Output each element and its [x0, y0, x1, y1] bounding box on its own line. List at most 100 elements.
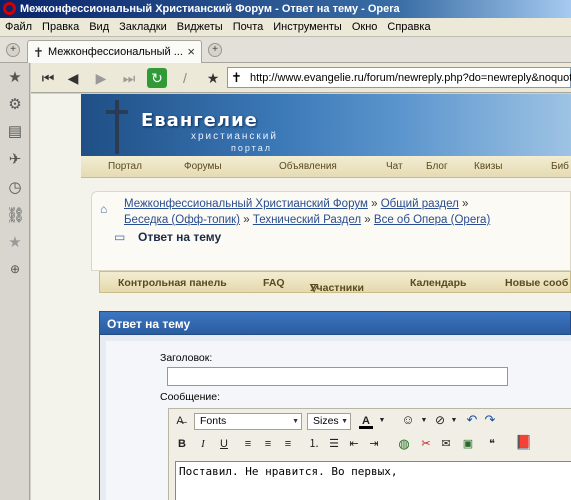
back-arrow-icon[interactable]: ◀ [63, 68, 83, 88]
nav-control-panel[interactable]: Контрольная панель [118, 277, 227, 289]
widgets-gear-icon[interactable]: ⚙ [6, 96, 24, 114]
reply-header-title: Ответ на тему [107, 317, 191, 331]
message-editor: A̶ Fonts▼ Sizes▼ A ▼ ☺ ▼ ⊘ ▼ ↶ ↷ B I U [168, 408, 571, 500]
forum-nav: Контрольная панель FAQ Участники ▽ Кален… [99, 271, 571, 294]
navigation-bar: ⏮ ◀ ▶ ⏭ ↻ / ★ ✝ http://www.evangelie.ru/… [31, 63, 571, 93]
underline-icon[interactable]: U [217, 437, 231, 451]
align-center-icon[interactable]: ≡ [261, 437, 275, 451]
tab-label: Межконфессиональный ... [48, 46, 183, 58]
message-textarea[interactable]: Поставил. Не нравится. Во первых, [175, 461, 571, 500]
menu-tools[interactable]: Инструменты [268, 18, 347, 37]
rewind-icon[interactable]: ⏮ [38, 68, 58, 88]
chevron-down-icon: ▼ [292, 418, 299, 425]
links-chain-icon[interactable]: ⛓ [6, 207, 25, 225]
outdent-icon[interactable]: ⇤ [347, 437, 361, 451]
reply-form-panel: Заголовок: Сообщение: A̶ Fonts ▼ Sizes ▼ A… [106, 341, 571, 500]
chevron-down-icon: ▽ [310, 282, 319, 294]
feeds-satellite-icon[interactable]: ✈ [6, 151, 24, 169]
bullet-list-icon[interactable]: ☰ [327, 437, 341, 451]
bookmarks-star-icon[interactable]: ★ [6, 69, 24, 87]
address-url: http://www.evangelie.ru/forum/newreply.p… [250, 72, 571, 84]
site-name: Евангелие [141, 110, 258, 131]
opera-logo-icon [3, 2, 16, 15]
fast-forward-icon[interactable]: ⏭ [119, 68, 139, 88]
breadcrumb-opera[interactable]: Все об Опера (Opera) [374, 214, 490, 226]
site-nav-quizzes[interactable]: Квизы [474, 161, 503, 172]
breadcrumb-offtopic[interactable]: Беседка (Офф-топик) [124, 214, 240, 226]
site-nav-library[interactable]: Биб [551, 161, 569, 172]
menu-widgets[interactable]: Виджеты [172, 18, 228, 37]
remove-format-icon[interactable]: A̶ [173, 414, 187, 428]
history-clock-icon[interactable]: ◷ [6, 179, 24, 197]
site-nav-portal[interactable]: Портал [108, 161, 142, 172]
breadcrumb-tech[interactable]: Технический Раздел [253, 214, 361, 226]
chevron-down-icon[interactable]: ▼ [375, 414, 389, 428]
breadcrumb-root[interactable]: Межконфессиональный Христианский Форум [124, 198, 368, 210]
bookmark-star-icon[interactable]: ★ [203, 68, 223, 88]
align-right-icon[interactable]: ≡ [281, 437, 295, 451]
breadcrumb-general[interactable]: Общий раздел [381, 198, 459, 210]
cross-logo-icon [115, 100, 119, 154]
edit-pen-icon[interactable]: / [175, 68, 195, 88]
close-tab-icon[interactable]: × [187, 44, 195, 59]
menu-view[interactable]: Вид [84, 18, 114, 37]
attachment-icon[interactable]: ⊘ [433, 413, 447, 427]
font-select[interactable]: Fonts ▼ [194, 413, 302, 430]
text-color-icon[interactable]: A [359, 414, 373, 429]
side-panel: ★ ⚙ ▤ ✈ ◷ ⛓ ★ ⊕ [0, 63, 30, 500]
italic-icon[interactable]: I [196, 437, 210, 451]
menu-mail[interactable]: Почта [228, 18, 269, 37]
forward-arrow-icon[interactable]: ▶ [91, 68, 111, 88]
align-left-icon[interactable]: ≡ [241, 437, 255, 451]
code-book-icon[interactable]: 📕 [515, 435, 532, 449]
size-select[interactable]: Sizes ▼ [307, 413, 351, 430]
nav-new-posts[interactable]: Новые сооб [505, 277, 568, 289]
site-subtitle-2: портал [231, 143, 272, 153]
site-banner: Евангелие христианский портал [81, 94, 571, 156]
site-nav-blog[interactable]: Блог [426, 161, 448, 172]
tab-menu-icon[interactable]: + [6, 43, 20, 57]
chevron-down-icon[interactable]: ▼ [447, 414, 461, 428]
folder-icon: ▭ [114, 230, 126, 244]
reply-header: Ответ на тему [99, 311, 571, 335]
breadcrumb: ⌂ Межконфессиональный Христианский Форум… [91, 191, 571, 271]
new-tab-icon[interactable]: + [208, 43, 222, 57]
smiley-icon[interactable]: ☺ [401, 413, 415, 427]
nav-faq[interactable]: FAQ [263, 277, 285, 289]
site-favicon-icon: ✝ [231, 70, 242, 85]
menu-bar: Файл Правка Вид Закладки Виджеты Почта Инструм… [0, 18, 571, 37]
mail-panel-icon[interactable]: ▤ [6, 123, 24, 141]
numbered-list-icon[interactable]: ⒈ [307, 437, 321, 451]
menu-edit[interactable]: Правка [37, 18, 84, 37]
forum-home-icon: ⌂ [100, 202, 108, 216]
chevron-down-icon[interactable]: ▼ [417, 414, 431, 428]
panel-star-icon[interactable]: ★ [6, 234, 24, 252]
reload-icon[interactable]: ↻ [147, 68, 167, 88]
tab-forum[interactable]: ✝ Межконфессиональный ... × [27, 40, 202, 63]
indent-icon[interactable]: ⇥ [367, 437, 381, 451]
menu-help[interactable]: Справка [382, 18, 435, 37]
nav-calendar[interactable]: Календарь [410, 277, 466, 289]
site-nav-announcements[interactable]: Объявления [279, 161, 337, 172]
redo-icon[interactable]: ↷ [483, 413, 497, 427]
tab-bar: + ✝ Межконфессиональный ... × + [0, 37, 571, 63]
email-link-icon[interactable]: ✉ [439, 437, 453, 451]
reply-form: Заголовок: Сообщение: A̶ Fonts ▼ Sizes ▼ A… [99, 335, 571, 500]
bold-icon[interactable]: B [175, 437, 189, 451]
add-panel-icon[interactable]: ⊕ [6, 260, 24, 278]
cross-favicon-icon: ✝ [33, 45, 44, 60]
quote-icon[interactable]: ❝ [485, 437, 499, 451]
menu-bookmarks[interactable]: Закладки [114, 18, 172, 37]
subject-label: Заголовок: [160, 352, 213, 364]
site-subtitle: христианский [191, 131, 278, 142]
site-nav-forums[interactable]: Форумы [184, 161, 222, 172]
site-nav-chat[interactable]: Чат [386, 161, 403, 172]
undo-icon[interactable]: ↶ [465, 413, 479, 427]
insert-link-icon[interactable]: ◍ [397, 437, 411, 451]
subject-input[interactable] [167, 367, 508, 386]
address-bar[interactable]: ✝ http://www.evangelie.ru/forum/newreply… [227, 67, 571, 88]
unlink-icon[interactable]: ✂ [419, 437, 433, 451]
menu-file[interactable]: Файл [0, 18, 37, 37]
menu-window[interactable]: Окно [347, 18, 383, 37]
insert-image-icon[interactable]: ▣ [461, 437, 475, 451]
